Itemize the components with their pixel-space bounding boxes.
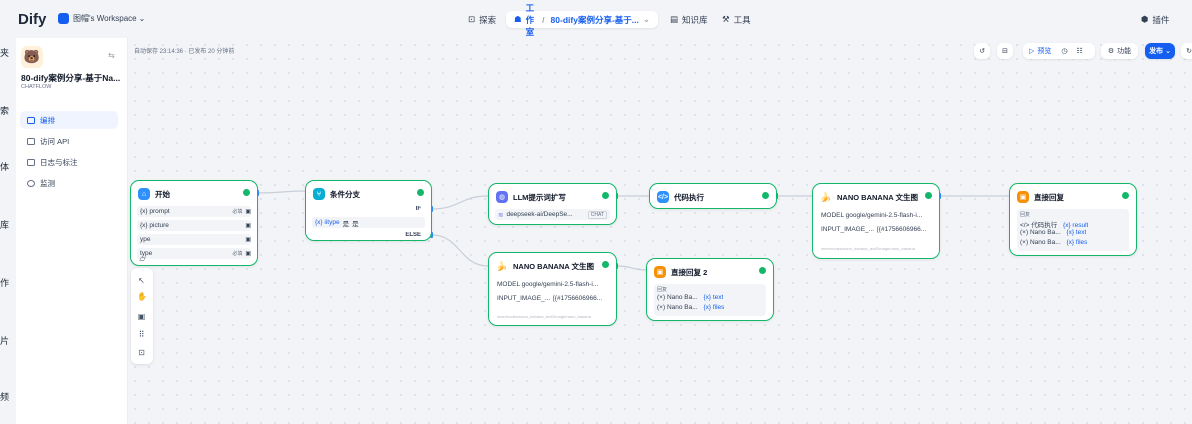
answer-icon: ▣ [654,266,666,278]
success-status-icon [925,192,932,199]
var-name: {x} prompt [140,208,170,215]
model-row: ≋ deepseek-ai/DeepSe... CHAT [495,209,610,220]
node-title: NANO BANANA 文生图 [513,261,594,271]
banana-icon: 🍌 [496,260,508,272]
input-param-name: INPUT_IMAGE_... [821,226,875,233]
answer-ref: (×) Nano Ba... {x} files [1020,239,1087,246]
success-status-icon [762,192,769,199]
node-nano-banana-2[interactable]: 🍌 NANO BANANA 文生图 MODEL google/gemini-2.5… [488,252,617,326]
ref-var: {x} files [1066,239,1088,246]
answer-output-box: 回复 (×) Nano Ba... {x} text (×) Nano Ba..… [654,284,766,316]
node-nano-banana-1[interactable]: 🍌 NANO BANANA 文生图 MODEL google/gemini-2.5… [812,183,940,259]
home-icon: ⌂ [138,188,150,200]
answer-ref: (×) Nano Ba... {x} text [657,294,723,301]
condition-row: {x} iitype 是 是 [312,217,425,228]
code-icon: </> [1020,222,1030,229]
code-icon: </> [657,191,669,203]
input-param-name: INPUT_IMAGE_... [497,295,551,302]
hand-icon[interactable]: ✋ [137,292,147,301]
required-tag: 必填 [232,251,243,257]
ref-var: {x} result [1063,222,1089,229]
node-title: 直接回复 [1034,192,1064,202]
success-status-icon [1122,192,1129,199]
edge-if-llm [431,195,489,210]
ref-var: {x} text [703,294,724,301]
node-title: LLM提示词扩写 [513,192,566,202]
ref-source: Nano Ba... [1029,239,1061,246]
condition-value: 是 [352,220,359,228]
answer-label: 回复 [657,287,668,293]
var-name: {x} picture [140,222,169,229]
answer-icon: ▣ [1017,191,1029,203]
edge-nano2-reply2 [616,265,647,271]
export-image-icon[interactable]: ▣ [137,312,146,321]
organize-nodes-icon[interactable]: ⠿ [137,330,146,339]
ref-source: Nano Ba... [666,294,698,301]
ref-var: {x} files [703,304,725,311]
node-code[interactable]: </> 代码执行 [649,183,777,209]
node-if-else[interactable]: ⑂ 条件分支 IF {x} iitype 是 是 ELSE [305,180,432,241]
success-status-icon [759,267,766,274]
success-status-icon [417,189,424,196]
node-title: NANO BANANA 文生图 [837,192,918,202]
node-answer-2[interactable]: ▣ 直接回复 2 回复 (×) Nano Ba... {x} text (×) N… [646,258,774,321]
variable-icon: (×) [1020,229,1029,236]
input-param-value: [{#1756606966... [553,295,603,302]
model-param: MODEL google/gemini-2.5-flash-i... [821,212,923,219]
model-logo-icon: ≋ [498,211,504,219]
ref-source: Nano Ba... [1029,229,1061,236]
ref-source: 代码执行 [1031,222,1058,229]
answer-ref: (×) Nano Ba... {x} text [1020,229,1086,236]
minimap-icon[interactable]: ⊡ [137,348,146,357]
text-type-icon: ▣ [245,209,251,215]
start-var-row: ype ▣ [137,234,251,245]
answer-output-box: 回复 </> 代码执行 {x} result (×) Nano Ba... {x… [1017,209,1129,251]
condition-operator: 是 [342,220,350,228]
variable-icon: (×) [657,304,666,311]
var-name: ype [140,236,151,243]
start-var-row: type 必填 ▣ [137,248,251,259]
else-label: ELSE [405,232,421,238]
node-title: 代码执行 [674,192,704,202]
edge-else-nano2 [431,234,489,267]
pointer-icon[interactable]: ↖ [137,276,146,285]
select-type-icon: ▣ [245,237,251,243]
condition-variable: {x} iitype [315,219,340,226]
success-status-icon [602,261,609,268]
model-param: MODEL google/gemini-2.5-flash-i... [497,281,599,288]
branch-icon: ⑂ [313,188,325,200]
answer-label: 回复 [1020,212,1031,218]
node-llm[interactable]: ◍ LLM提示词扩写 ≋ deepseek-ai/DeepSe... CHAT [488,183,617,225]
llm-icon: ◍ [496,191,508,203]
success-status-icon [602,192,609,199]
node-title: 开始 [155,189,170,199]
model-name: deepseek-ai/DeepSe... [506,211,573,218]
answer-ref: (×) Nano Ba... {x} files [657,304,724,311]
start-var-row: {x} picture ▣ [137,220,251,231]
node-title: 直接回复 2 [671,267,708,277]
edge-start-ifelse [257,190,306,194]
required-tag: 必填 [232,209,243,215]
node-title: 条件分支 [330,189,360,199]
banana-icon: 🍌 [820,191,832,203]
model-mode-tag: CHAT [587,210,607,219]
file-type-icon: ▣ [245,223,251,229]
ref-var: {x} text [1066,229,1087,236]
if-label: IF [415,206,421,212]
node-answer-1[interactable]: ▣ 直接回复 回复 </> 代码执行 {x} result (×) Nano Ba… [1009,183,1137,256]
success-status-icon [243,189,250,196]
canvas-control-palette: ▱ ↖ ✋ ▣ ⠿ ⊡ [131,254,153,364]
start-var-row: {x} prompt 必填 ▣ [137,206,251,217]
note-icon[interactable]: ▱ [138,254,147,263]
select-type-icon: ▣ [245,251,251,257]
variable-icon: (×) [657,294,666,301]
tool-path-hint: inner/nodes/nano_banana_text2image/nano_… [497,314,591,319]
variable-icon: (×) [1020,239,1029,246]
node-start[interactable]: ⌂ 开始 {x} prompt 必填 ▣ {x} picture ▣ ype ▣ type… [130,180,258,266]
answer-ref: </> 代码执行 {x} result [1020,219,1088,229]
tool-path-hint: inner/nodes/nano_banana_text2image/nano_… [821,246,915,251]
ref-source: Nano Ba... [666,304,698,311]
input-param-value: [{#1756606966... [877,226,927,233]
